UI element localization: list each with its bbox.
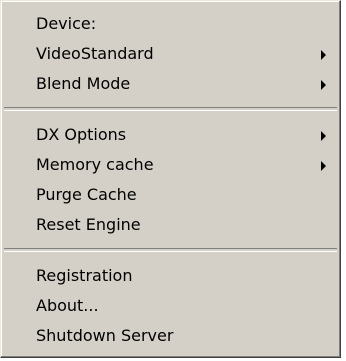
menu-item-label: Device: xyxy=(36,14,97,33)
submenu-arrow-icon xyxy=(321,50,326,60)
submenu-arrow-icon xyxy=(321,80,326,90)
menu-item-label: DX Options xyxy=(36,125,127,144)
submenu-arrow-icon xyxy=(321,161,326,171)
menu-item-label: Shutdown Server xyxy=(36,326,174,345)
menu-item-label: Reset Engine xyxy=(36,215,141,234)
menu-item-label: Purge Cache xyxy=(36,185,137,204)
menu-item-label: About... xyxy=(36,296,99,315)
menu-item-label: Blend Mode xyxy=(36,74,131,93)
menu-item-about[interactable]: About... xyxy=(1,291,340,321)
submenu-arrow-icon xyxy=(321,131,326,141)
menu-item-videostandard[interactable]: VideoStandard xyxy=(1,39,340,69)
menu-item-registration[interactable]: Registration xyxy=(1,261,340,291)
menu-item-dx-options[interactable]: DX Options xyxy=(1,120,340,150)
menu-item-purge-cache[interactable]: Purge Cache xyxy=(1,180,340,210)
menu-item-memory-cache[interactable]: Memory cache xyxy=(1,150,340,180)
menu-item-blend-mode[interactable]: Blend Mode xyxy=(1,69,340,99)
menu-separator xyxy=(4,107,337,111)
menu-item-shutdown-server[interactable]: Shutdown Server xyxy=(1,321,340,351)
context-menu: Device: VideoStandard Blend Mode DX Opti… xyxy=(0,0,341,358)
menu-separator xyxy=(4,248,337,252)
menu-item-label: Registration xyxy=(36,266,133,285)
menu-item-device[interactable]: Device: xyxy=(1,9,340,39)
menu-item-label: Memory cache xyxy=(36,155,154,174)
menu-item-reset-engine[interactable]: Reset Engine xyxy=(1,210,340,240)
menu-item-label: VideoStandard xyxy=(36,44,154,63)
